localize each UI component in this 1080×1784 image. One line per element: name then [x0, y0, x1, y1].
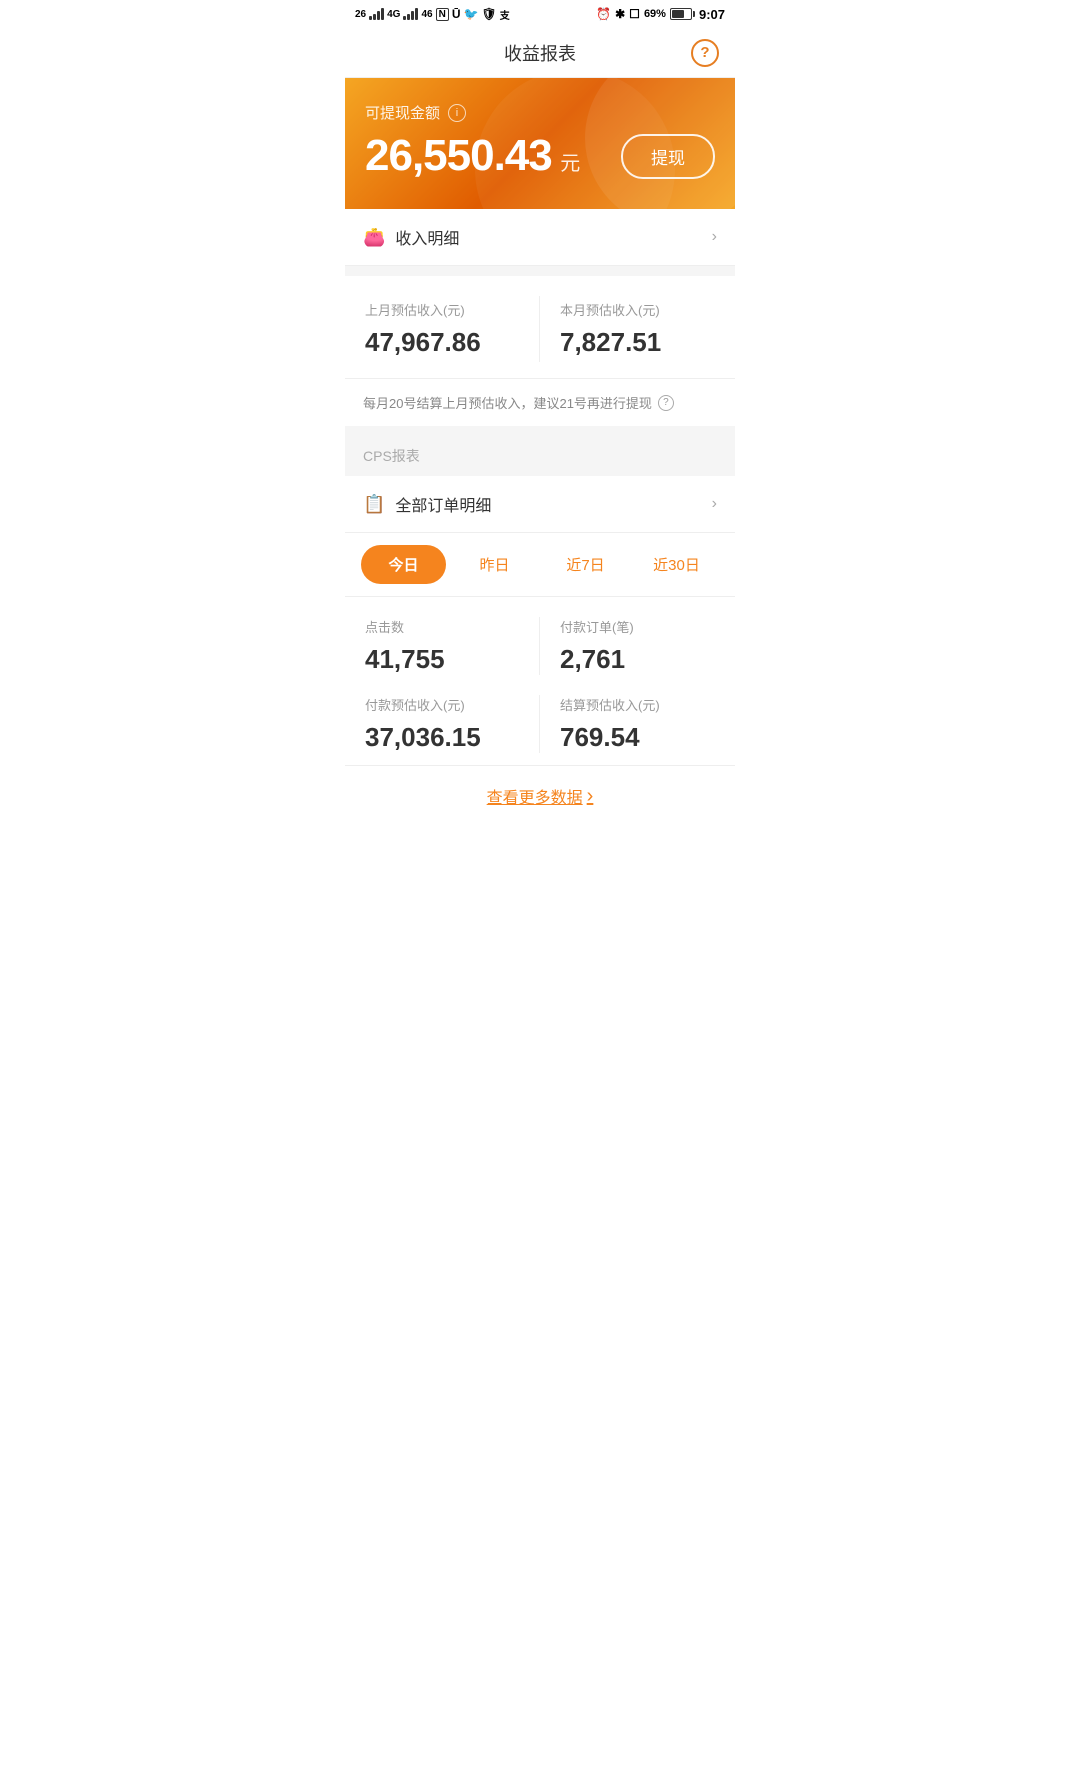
settled-income-value: 769.54 [560, 722, 715, 753]
amount-value: 26,550.43 [365, 131, 552, 180]
paid-orders-value: 2,761 [560, 644, 715, 675]
clock-time: 9:07 [699, 7, 725, 22]
bluetooth-icon: ✱ [615, 7, 625, 21]
notice-help-icon[interactable]: ? [658, 395, 674, 411]
amount-unit: 元 [560, 153, 580, 175]
paid-income-stat: 付款预估收入(元) 37,036.15 [365, 695, 540, 753]
this-month-stat: 本月预估收入(元) 7,827.51 [540, 296, 715, 362]
question-icon: ? [700, 44, 709, 61]
tab-7days[interactable]: 近7日 [543, 545, 628, 584]
last-month-value: 47,967.86 [365, 327, 519, 358]
settled-income-stat: 结算预估收入(元) 769.54 [540, 695, 715, 753]
more-data-link[interactable]: 查看更多数据 › [487, 784, 594, 808]
paid-income-label: 付款预估收入(元) [365, 695, 519, 714]
signal-bars-1 [369, 8, 384, 20]
withdrawable-label-row: 可提现金额 i [365, 102, 715, 123]
chevron-right-icon: › [712, 228, 717, 246]
nfc-icon: N [436, 8, 449, 21]
battery-percent: 69% [644, 8, 666, 20]
last-month-stat: 上月预估收入(元) 47,967.86 [365, 296, 540, 362]
paid-orders-stat: 付款订单(笔) 2,761 [540, 617, 715, 675]
monthly-stats: 上月预估收入(元) 47,967.86 本月预估收入(元) 7,827.51 [345, 276, 735, 378]
alipay-icon: 支 [500, 7, 510, 22]
signal-text: 26 [355, 9, 366, 20]
tab-yesterday-label: 昨日 [479, 557, 509, 574]
order-icon: 📋 [363, 494, 385, 515]
top-nav: 收益报表 ? [345, 28, 735, 78]
more-data-label: 查看更多数据 [487, 784, 583, 808]
orders-chevron-icon: › [712, 495, 717, 513]
divider-1 [345, 266, 735, 276]
all-orders-left: 📋 全部订单明细 [363, 492, 491, 516]
this-month-label: 本月预估收入(元) [560, 300, 715, 319]
withdrawable-label-text: 可提现金额 [365, 102, 440, 123]
tab-today-label: 今日 [388, 557, 418, 574]
tab-7days-label: 近7日 [566, 557, 604, 574]
tab-today[interactable]: 今日 [361, 545, 446, 584]
hero-banner: 可提现金额 i 26,550.43 元 提现 [345, 78, 735, 209]
network-type-1: 4G [387, 9, 400, 20]
tab-30days-label: 近30日 [653, 557, 700, 574]
clicks-stat: 点击数 41,755 [365, 617, 540, 675]
date-tabs: 今日 昨日 近7日 近30日 [345, 533, 735, 597]
income-details-row[interactable]: 👛 收入明细 › [345, 209, 735, 266]
wallet-icon: 👛 [363, 227, 385, 248]
income-details-label: 收入明细 [395, 225, 459, 249]
more-data-row: 查看更多数据 › [345, 765, 735, 826]
paid-orders-label: 付款订单(笔) [560, 617, 715, 636]
alarm-icon: ⏰ [596, 7, 611, 21]
help-button[interactable]: ? [691, 39, 719, 67]
status-right: ⏰ ✱ ☐ 69% 9:07 [596, 7, 725, 22]
shield-icon: 🛡 [481, 7, 496, 21]
more-data-arrow: › [587, 785, 594, 808]
withdraw-button[interactable]: 提现 [621, 134, 715, 179]
divider-2 [345, 426, 735, 436]
network-type-2: 46 [421, 9, 432, 20]
status-bar: 26 4G 46 N Ū 🐦 🛡 支 ⏰ ✱ ☐ 69% 9 [345, 0, 735, 28]
settled-income-label: 结算预估收入(元) [560, 695, 715, 714]
clicks-label: 点击数 [365, 617, 519, 636]
cps-header: CPS报表 [345, 436, 735, 476]
last-month-label: 上月预估收入(元) [365, 300, 519, 319]
amount-display: 26,550.43 元 [365, 131, 580, 181]
paid-income-value: 37,036.15 [365, 722, 519, 753]
income-details-left: 👛 收入明细 [363, 225, 459, 249]
tab-yesterday[interactable]: 昨日 [452, 545, 537, 584]
amount-row: 26,550.43 元 提现 [365, 131, 715, 181]
u-icon: Ū [452, 7, 461, 21]
cps-stats-grid: 点击数 41,755 付款订单(笔) 2,761 付款预估收入(元) 37,03… [345, 597, 735, 765]
tab-30days[interactable]: 近30日 [634, 545, 719, 584]
notice-bar: 每月20号结算上月预估收入，建议21号再进行提现 ? [345, 378, 735, 426]
this-month-value: 7,827.51 [560, 327, 715, 358]
bird-icon: 🐦 [464, 7, 479, 21]
page-title: 收益报表 [504, 40, 576, 66]
all-orders-row[interactable]: 📋 全部订单明细 › [345, 476, 735, 533]
battery-icon [670, 8, 695, 20]
signal-bars-2 [403, 8, 418, 20]
status-left: 26 4G 46 N Ū 🐦 🛡 支 [355, 7, 510, 22]
info-icon[interactable]: i [448, 104, 466, 122]
all-orders-label: 全部订单明细 [395, 492, 491, 516]
clicks-value: 41,755 [365, 644, 519, 675]
notice-text: 每月20号结算上月预估收入，建议21号再进行提现 [363, 393, 652, 412]
screen-icon: ☐ [629, 7, 640, 21]
